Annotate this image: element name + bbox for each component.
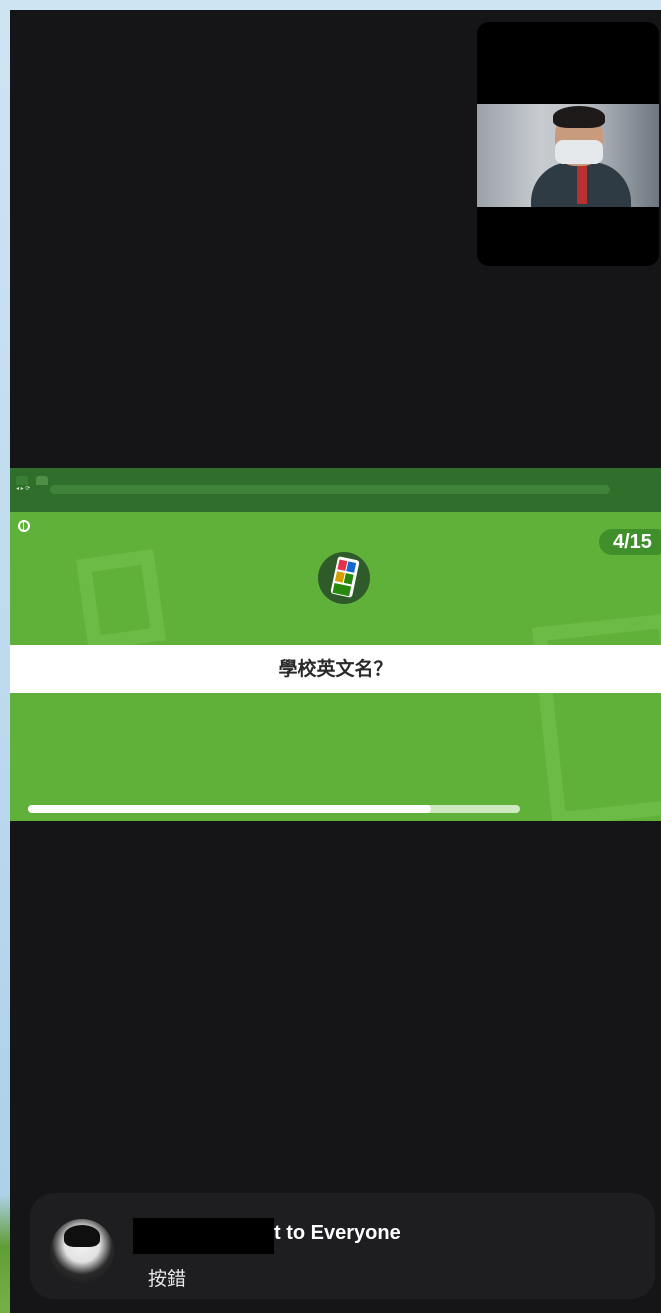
chat-notification[interactable]: t to Everyone 按錯: [30, 1193, 655, 1299]
question-banner: 學校英文名？: [10, 645, 661, 693]
quiz-logo-icon: [318, 552, 370, 604]
timer-bar: [28, 805, 520, 813]
question-counter: 4/15: [599, 529, 661, 555]
globe-icon: [18, 520, 30, 532]
shared-screen: ◂ ▸ ⟳ 4/15 學校英文名？: [10, 468, 661, 821]
browser-nav-icons: ◂ ▸ ⟳: [16, 486, 31, 492]
call-screen: ◂ ▸ ⟳ 4/15 學校英文名？ t to Everyone 按錯: [10, 10, 661, 1313]
avatar: [50, 1219, 114, 1283]
browser-tab-active: [36, 476, 49, 485]
browser-bookmarks: [16, 499, 56, 505]
participant-video-tile[interactable]: [477, 22, 659, 266]
chat-recipient-label: t to Everyone: [274, 1222, 401, 1244]
redacted-sender-name: [133, 1218, 274, 1254]
timer-bar-fill: [28, 805, 432, 813]
browser-tabs: [16, 472, 52, 485]
browser-url-bar: [50, 485, 610, 494]
browser-tab: [16, 476, 28, 485]
shared-browser-chrome: ◂ ▸ ⟳: [10, 468, 661, 512]
background-decoration: [75, 549, 167, 651]
participant-camera-feed: [477, 104, 659, 207]
chat-message-text: 按錯: [148, 1268, 187, 1290]
question-text: 學校英文名？: [278, 658, 393, 680]
